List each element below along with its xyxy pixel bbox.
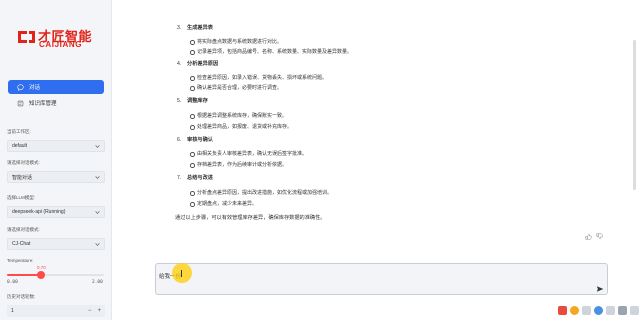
list-item: 存档差异表，作为后续审计或分析依据。 [189,162,288,168]
chevron-down-icon [95,242,100,246]
section-title: 3. 生成差异表 [177,25,213,31]
thumbs-up-icon[interactable] [585,233,592,240]
chat-bubble-icon [17,83,24,91]
decrement-button[interactable]: − [88,308,92,314]
workspace-label: 当前工作区: [7,129,31,134]
section-title: 5. 调整库存 [177,98,208,104]
temperature-value: 0.70 [36,265,46,270]
logo-mark-icon [18,31,35,43]
list-item: 分析盘点差异原因，提出改进措施，如优化流程或加强培训。 [189,190,333,196]
temperature-label: Temperature: [7,258,34,263]
nav-item-chat[interactable]: 对话 [8,80,104,94]
section-title: 4. 分析差异原因 [177,61,219,67]
nav-item-chat-label: 对话 [29,85,41,91]
temperature-slider-thumb[interactable] [36,271,45,279]
text-caret [181,270,182,277]
app-icon[interactable] [606,306,615,315]
increment-button[interactable]: + [97,308,101,314]
template-label: 请选择对话模式: [7,227,40,232]
chat-mode-label: 请选择对话模式: [7,160,40,165]
feedback-buttons [585,233,603,240]
chat-mode-select-value: 智能对话 [12,174,33,181]
history-turns-label: 历史对话轮数: [7,294,36,299]
list-item: 将实际盘点数据与系统数据进行对比。 [189,39,283,45]
chat-input-box[interactable]: 给我一份 [155,263,608,295]
temperature-max: 2.00 [92,280,103,285]
nav-item-knowledge-base-label: 知识库管理 [29,101,57,107]
brand-logo: 才匠智能 CAIJIANG [14,24,104,52]
chat-mode-select[interactable]: 智能对话 [7,171,105,183]
app-icon[interactable] [594,306,603,315]
workspace-select-value: default [12,143,28,149]
llm-model-select-value: deepseek-api (Running) [12,209,66,215]
send-icon[interactable] [596,285,604,293]
temperature-slider[interactable] [7,271,104,279]
history-turns-input[interactable]: 1 − + [7,305,105,317]
chevron-down-icon [95,144,100,148]
template-select[interactable]: CJ-Chat [7,238,105,250]
history-turns-value: 1 [11,308,14,314]
llm-model-select[interactable]: deepseek-api (Running) [7,206,105,218]
brand-name-en: CAIJIANG [39,40,83,49]
mouse-cursor-highlight [172,263,192,283]
template-select-value: CJ-Chat [12,241,31,247]
app-icon[interactable] [582,306,591,315]
temperature-slider-fill [7,274,41,276]
list-item: 检查差异原因，如录入错误、货物丢失、损坏或系统问题。 [189,75,328,81]
list-item: 根据差异调整系统库存，确保账实一致。 [189,113,288,119]
app-icon[interactable] [558,306,567,315]
scrollbar[interactable] [633,40,636,190]
summary-text: 通过以上步骤，可以有效管理库存差异，确保库存数据的准确性。 [175,215,326,221]
section-title: 7. 总结与改进 [177,175,213,181]
database-icon [17,100,24,106]
list-item: 记录差异项，包括商品编号、名称、系统数量、实际数量及差异数量。 [189,49,353,55]
list-item: 由相关负责人审核差异表，确认无误后签字批准。 [189,151,308,157]
section-title: 6. 审核与确认 [177,137,213,143]
chevron-down-icon [95,210,100,214]
sidebar: 才匠智能 CAIJIANG 对话 知识库管理 当前工作区: default 请选… [0,0,112,320]
app-icon[interactable] [630,306,639,315]
temperature-min: 0.00 [7,280,18,285]
chevron-down-icon [95,175,100,179]
list-item: 确认差异是否合理，必要时进行调查。 [189,85,283,91]
nav-item-knowledge-base[interactable]: 知识库管理 [8,96,104,110]
app-icon[interactable] [570,306,579,315]
app-icon[interactable] [618,306,627,315]
list-item: 处理差异商品，如报废、退货或补充库存。 [189,124,293,130]
llm-model-label: 选择LLM模型: [7,195,36,200]
list-item: 定期盘点，减少未来差异。 [189,201,258,207]
system-tray [558,306,639,316]
workspace-select[interactable]: default [7,140,105,152]
thumbs-down-icon[interactable] [596,233,603,240]
